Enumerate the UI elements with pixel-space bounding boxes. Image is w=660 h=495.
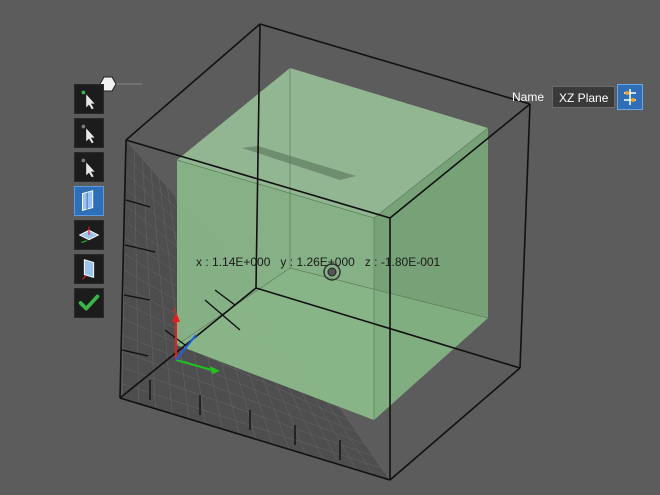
plane-settings-icon xyxy=(624,89,637,105)
tool-palette xyxy=(74,84,106,322)
x-value: 1.14E+000 xyxy=(212,255,271,269)
z-value: -1.80E-001 xyxy=(380,255,441,269)
coordinate-readout: x : 1.14E+000 y : 1.26E+000 z : -1.80E-0… xyxy=(196,255,440,269)
y-label: y : xyxy=(280,255,294,269)
x-label: x : xyxy=(196,255,209,269)
name-label: Name xyxy=(512,90,545,104)
select-tool-2-button[interactable] xyxy=(74,118,104,148)
select-tool-3-button[interactable] xyxy=(74,152,104,182)
cursor-arrow-icon xyxy=(81,124,95,144)
3d-viewport[interactable]: z Name XZ Plane x : 1.14E+000 y: 1.26E+… xyxy=(0,0,660,490)
name-panel: Name XZ Plane xyxy=(512,84,644,110)
side-plane-tool-button[interactable] xyxy=(74,254,104,284)
panel-handle-icon[interactable] xyxy=(99,76,142,92)
svg-text:z: z xyxy=(172,305,176,314)
check-icon xyxy=(78,294,100,311)
horizontal-plane-icon xyxy=(78,226,100,243)
cursor-arrow-icon xyxy=(81,90,95,110)
cursor-arrow-icon xyxy=(81,158,95,178)
plane-settings-button[interactable] xyxy=(617,84,644,110)
z-label: z : xyxy=(364,255,378,269)
plane-name-field[interactable]: XZ Plane xyxy=(552,86,616,108)
side-plane-icon xyxy=(82,259,95,280)
y-value: 1.26E+000 xyxy=(296,255,355,269)
vertical-plane-icon xyxy=(82,190,94,211)
front-plane-tool-button[interactable] xyxy=(74,186,104,216)
horizontal-plane-tool-button[interactable] xyxy=(74,220,104,250)
confirm-tool-button[interactable] xyxy=(74,288,104,318)
select-tool-1-button[interactable] xyxy=(74,84,104,114)
